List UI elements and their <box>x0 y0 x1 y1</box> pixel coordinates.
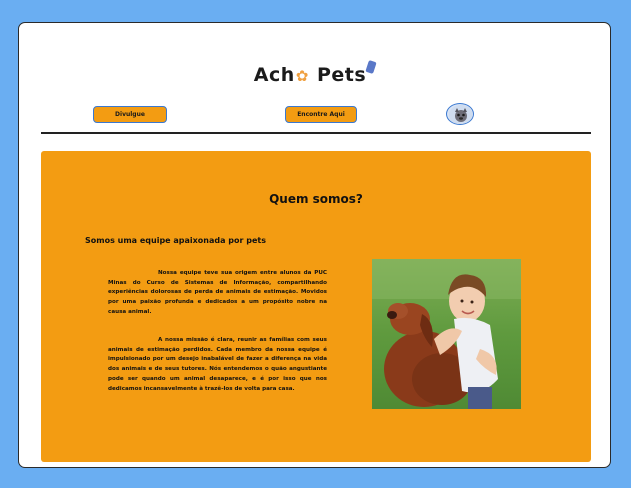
divulgue-button[interactable]: Divulgue <box>93 106 167 123</box>
tag-icon <box>365 60 377 74</box>
about-title: Quem somos? <box>269 192 363 206</box>
user-avatar-icon[interactable] <box>446 103 474 125</box>
about-subtitle: Somos uma equipe apaixonada por pets <box>85 236 266 245</box>
about-paragraph-1: Nossa equipe teve sua origem entre aluno… <box>108 270 327 315</box>
logo-text-left: Ach <box>253 64 295 86</box>
paw-icon: ✿ <box>295 67 309 85</box>
about-paragraph-2: A nossa missão é clara, reunir as famíli… <box>108 337 327 392</box>
about-section: Quem somos? Somos uma equipe apaixonada … <box>41 151 591 462</box>
header-divider <box>41 132 591 134</box>
logo-text-right: Pets <box>317 64 367 86</box>
encontre-aqui-button[interactable]: Encontre Aqui <box>285 106 357 123</box>
site-logo[interactable]: Ach✿ Pets <box>19 60 610 86</box>
boy-hugging-dog-photo <box>372 259 521 409</box>
main-card: Ach✿ Pets Divulgue Encontre Aqui Quem so… <box>18 22 611 468</box>
